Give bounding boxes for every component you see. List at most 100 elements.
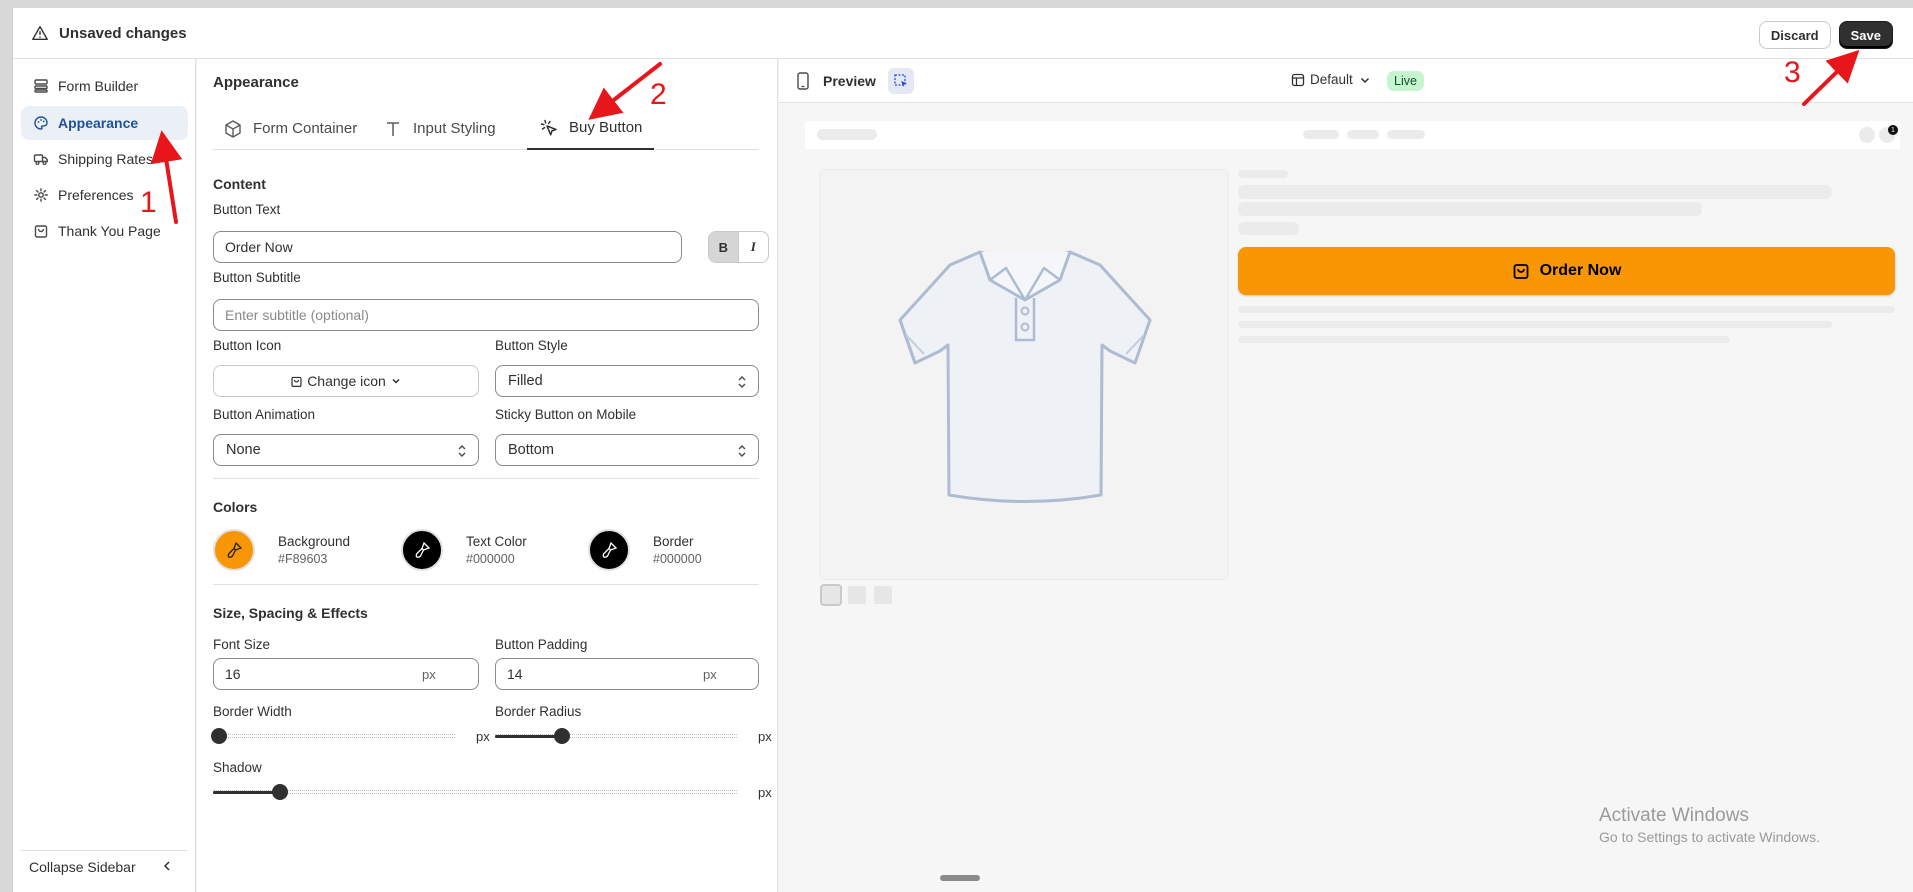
select-arrows-icon [458,445,466,457]
sticky-button-label: Sticky Button on Mobile [495,407,637,422]
annotation-label-1: 1 [140,186,157,219]
border-width-slider-handle[interactable] [211,728,227,744]
button-icon-label: Button Icon [213,338,282,353]
gear-icon [34,188,48,202]
tab-input-styling[interactable]: Input Styling [383,107,496,150]
product-image [819,169,1229,580]
button-padding-value: 14 [507,666,523,682]
sidebar-item-shipping-rates[interactable]: Shipping Rates [21,142,188,176]
background-color-name: Background [278,534,351,549]
watermark-line-2: Go to Settings to activate Windows. [1599,829,1820,845]
button-text-input[interactable]: Order Now [213,231,682,263]
border-color-hex: #000000 [653,552,702,566]
button-animation-value: None [226,442,261,458]
collapse-sidebar-button[interactable]: Collapse Sidebar [21,850,188,882]
button-text-label: Button Text [213,202,281,217]
preview-title: Preview [823,73,876,89]
sidebar-item-thank-you-page[interactable]: Thank You Page [21,214,188,248]
text-format-toggle: B I [708,231,769,263]
button-subtitle-input[interactable]: Enter subtitle (optional) [213,299,759,331]
chevron-down-icon [392,378,400,384]
skeleton-line [1347,130,1379,139]
button-padding-label: Button Padding [495,637,588,652]
shadow-slider-track[interactable] [213,790,737,794]
button-animation-label: Button Animation [213,407,316,422]
select-arrows-icon [738,376,746,388]
mobile-icon[interactable] [797,72,809,90]
skeleton-line [1387,130,1425,139]
order-now-button-preview[interactable]: Order Now [1238,247,1895,295]
skeleton-avatar [1859,127,1875,143]
divider [213,478,759,479]
button-style-label: Button Style [495,338,568,353]
bold-toggle[interactable]: B [709,232,739,262]
bag-icon [291,376,302,387]
element-select-button[interactable] [888,68,914,94]
preview-header: Preview Default Live [779,59,1913,103]
thumbnail[interactable] [872,584,894,606]
italic-toggle[interactable]: I [739,232,768,262]
content-section-title: Content [213,176,266,192]
sidebar-item-label: Thank You Page [58,223,161,239]
text-color-name: Text Color [466,534,527,549]
button-animation-select[interactable]: None [213,434,479,466]
chevron-down-icon [1360,77,1369,83]
border-radius-slider-fill [495,735,556,738]
save-button[interactable]: Save [1838,21,1893,49]
border-radius-slider-handle[interactable] [553,728,570,744]
text-color-swatch[interactable] [401,529,443,571]
select-arrows-icon [738,445,746,457]
live-status-badge: Live [1387,71,1424,91]
border-width-unit: px [476,729,490,744]
cursor-click-icon [540,119,557,136]
contextual-save-bar: Unsaved changes Discard Save [13,8,1913,59]
sidebar-item-preferences[interactable]: Preferences [21,178,188,212]
panel-title: Appearance [213,74,299,91]
button-padding-input[interactable]: 14 px [495,658,759,690]
bag-icon [34,225,48,238]
skeleton-line [1238,185,1832,199]
paintbrush-icon [415,541,431,558]
skeleton-line [1238,222,1299,235]
font-size-unit: px [422,667,436,682]
app-window: Unsaved changes Discard Save Form Builde… [12,8,1913,892]
sidebar-item-form-builder[interactable]: Form Builder [21,69,188,103]
annotation-label-3: 3 [1784,56,1801,89]
tab-form-container[interactable]: Form Container [223,107,357,150]
button-style-select[interactable]: Filled [495,365,759,397]
border-color-swatch[interactable] [588,529,630,571]
border-color-name: Border [653,534,694,549]
truck-icon [33,154,48,166]
change-icon-button[interactable]: Change icon [213,365,479,397]
bag-icon [1513,264,1528,279]
tab-buy-button[interactable]: Buy Button [527,107,655,150]
shadow-label: Shadow [213,760,262,775]
paintbrush-icon [602,541,618,558]
thumbnail[interactable] [846,584,868,606]
skeleton-line [1238,336,1730,343]
cube-icon [225,119,241,138]
discard-button[interactable]: Discard [1758,21,1831,49]
sidebar-item-appearance[interactable]: Appearance [21,106,188,140]
layout-icon [34,79,48,93]
tab-label: Form Container [253,120,358,137]
border-width-slider-track[interactable] [213,734,455,738]
thumbnail[interactable] [820,584,842,606]
border-width-label: Border Width [213,704,292,719]
background-color-swatch[interactable] [213,529,255,571]
order-now-label: Order Now [1539,262,1622,279]
sticky-button-select[interactable]: Bottom [495,434,759,466]
template-icon [1291,73,1305,86]
button-style-value: Filled [508,373,543,389]
size-section-title: Size, Spacing & Effects [213,605,368,621]
drag-handle[interactable] [940,875,980,881]
watermark-line-1: Activate Windows [1599,805,1749,826]
text-icon [387,121,399,136]
sidebar-item-label: Preferences [58,187,134,203]
font-size-value: 16 [225,666,241,682]
skeleton-line [1238,321,1832,328]
background-color-hex: #F89603 [278,552,328,566]
font-size-input[interactable]: 16 px [213,658,479,690]
theme-selector[interactable]: Default [1291,72,1372,87]
shadow-slider-handle[interactable] [271,784,288,800]
